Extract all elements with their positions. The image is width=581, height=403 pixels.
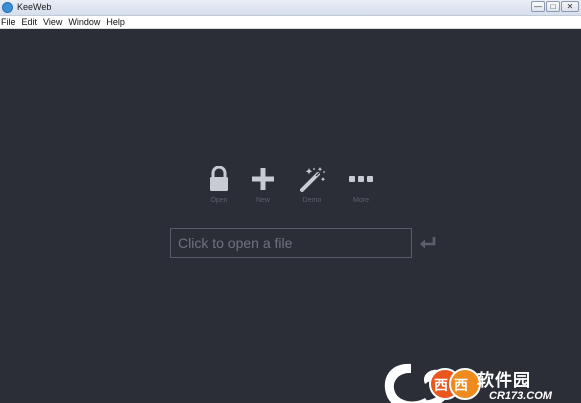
- menu-edit[interactable]: Edit: [21, 16, 42, 28]
- magic-wand-icon: [300, 167, 326, 192]
- new-label: New: [255, 197, 270, 204]
- enter-arrow-icon[interactable]: [419, 235, 437, 251]
- maximize-button[interactable]: □: [546, 1, 560, 12]
- open-screen: Open New Demo More Click to open a file …: [0, 29, 581, 403]
- menu-help[interactable]: Help: [105, 16, 129, 28]
- keeweb-app-icon: [2, 2, 13, 13]
- new-action[interactable]: New: [243, 166, 283, 206]
- lock-icon: [210, 166, 228, 191]
- watermark-url: CR173.COM: [489, 390, 552, 402]
- demo-action[interactable]: Demo: [292, 166, 332, 206]
- window-title: KeeWeb: [17, 2, 52, 12]
- svg-text:西: 西: [454, 378, 468, 394]
- more-label: More: [353, 197, 369, 204]
- open-action[interactable]: Open: [199, 166, 239, 206]
- watermark-text: 软件园: [477, 371, 531, 391]
- minimize-button[interactable]: —: [531, 1, 545, 12]
- menu-bar: File Edit View Window Help: [0, 16, 581, 29]
- window-controls: — □ ✕: [531, 1, 579, 12]
- open-file-input[interactable]: [170, 228, 412, 258]
- menu-view[interactable]: View: [42, 16, 66, 28]
- open-label: Open: [210, 197, 228, 204]
- menu-window[interactable]: Window: [67, 16, 104, 28]
- close-button[interactable]: ✕: [561, 1, 579, 12]
- plus-icon: [252, 168, 274, 190]
- svg-text:西: 西: [434, 378, 448, 394]
- menu-file[interactable]: File: [0, 16, 20, 28]
- cr173-watermark: 西 西 软件园 CR173.COM: [377, 354, 577, 403]
- more-action[interactable]: More: [341, 166, 381, 206]
- more-dots-icon: [349, 176, 373, 182]
- title-bar: KeeWeb — □ ✕: [0, 0, 581, 16]
- demo-label: Demo: [302, 197, 322, 204]
